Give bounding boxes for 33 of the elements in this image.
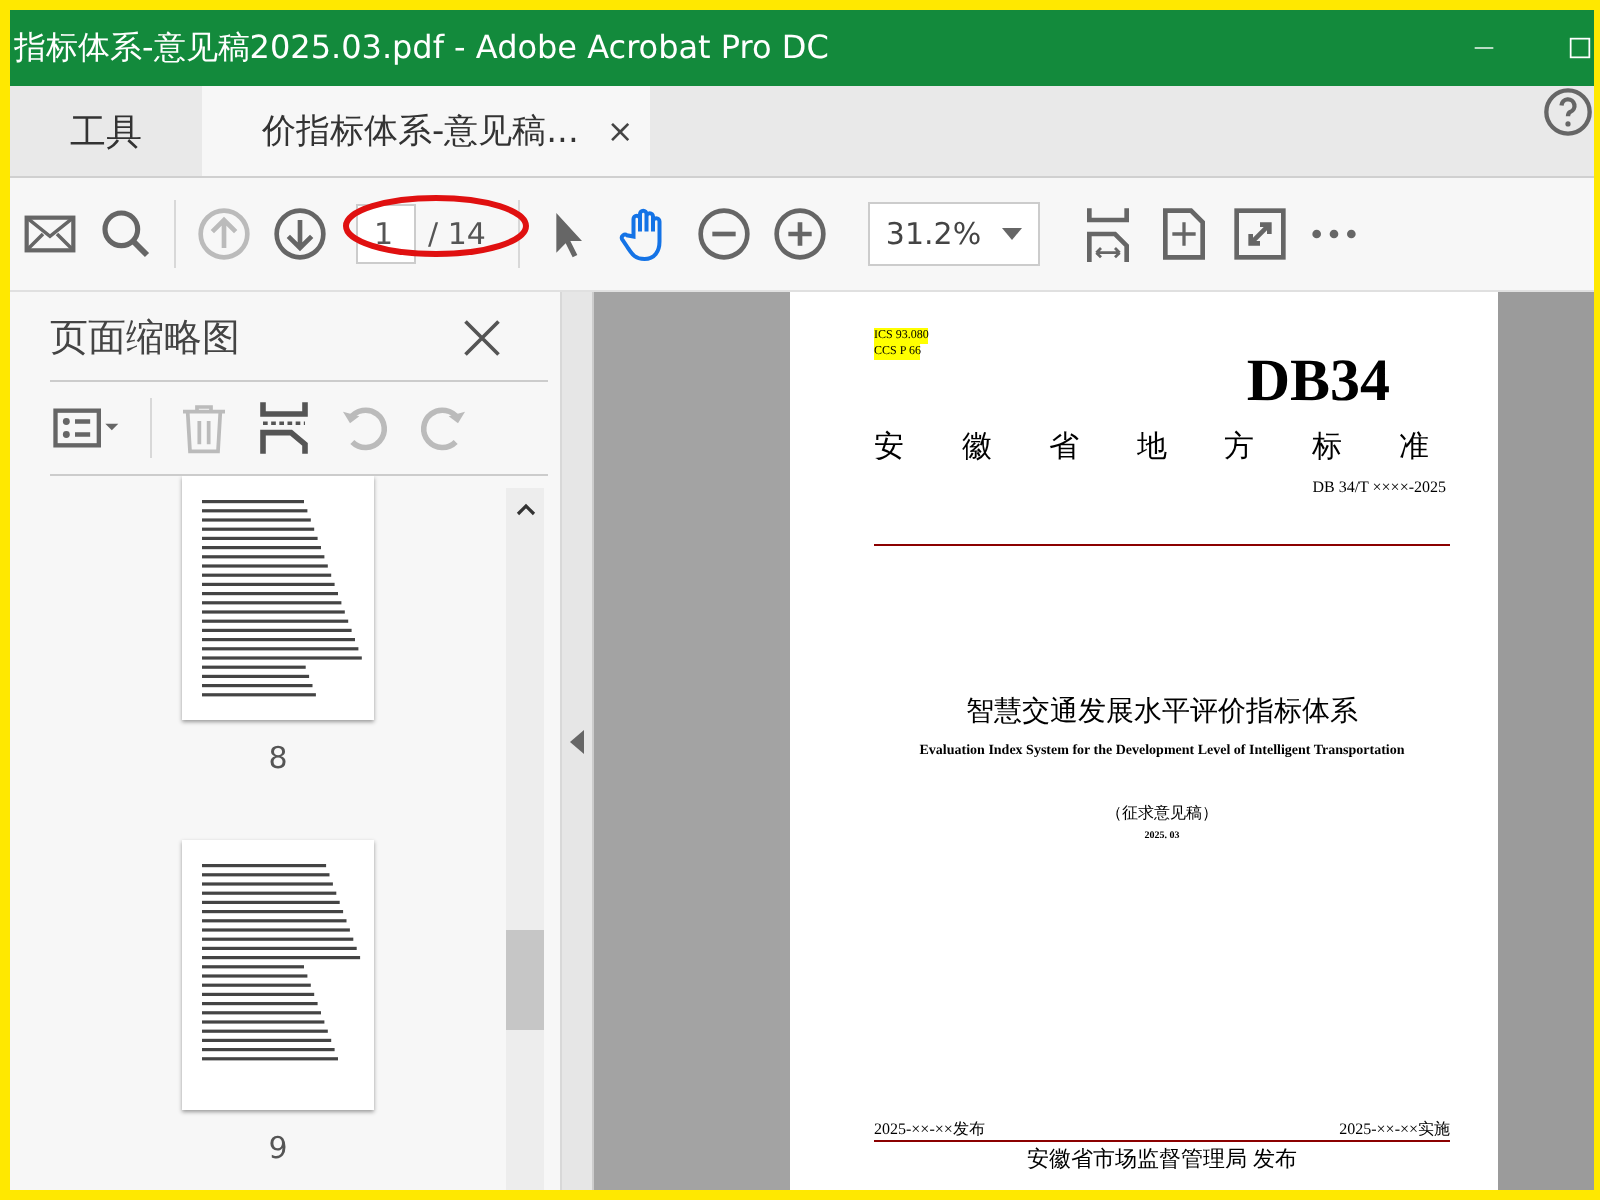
scroll-up-icon[interactable]	[513, 500, 537, 520]
help-icon[interactable]	[1542, 86, 1594, 138]
full-screen-icon[interactable]	[1231, 206, 1288, 262]
standard-number: DB 34/T ××××-2025	[1312, 478, 1446, 496]
document-title: 智慧交通发展水平评价指标体系	[966, 694, 1358, 730]
effective-date: 2025-××-××实施	[1339, 1118, 1450, 1140]
zoom-in-icon[interactable]	[771, 206, 828, 262]
search-icon[interactable]	[98, 206, 154, 262]
collapse-panel-handle[interactable]	[560, 292, 594, 1190]
close-tab-button[interactable]: ×	[606, 112, 634, 150]
standard-code: DB34	[1246, 348, 1390, 416]
scroll-thumb[interactable]	[506, 930, 544, 1030]
standard-heading: 安 徽 省 地 方 标 准	[874, 428, 1436, 466]
caret-icon	[1001, 228, 1022, 240]
draft-note: （征求意见稿）	[1106, 802, 1218, 824]
scrollbar[interactable]	[506, 488, 544, 1190]
page-count: / 14	[428, 216, 486, 252]
maximize-icon[interactable]	[1566, 34, 1594, 62]
tab[interactable]: 价指标体系-意见稿... ×	[202, 86, 650, 176]
zoom-out-icon[interactable]	[695, 206, 752, 262]
zoom-dropdown[interactable]: 31.2%	[867, 202, 1040, 266]
panel-title: 页面缩略图	[50, 314, 240, 364]
collapse-arrow-icon	[570, 729, 584, 753]
issue-date: 2025-××-××发布	[874, 1118, 985, 1140]
close-icon[interactable]	[460, 316, 504, 360]
page-thumbnail[interactable]	[182, 476, 374, 720]
publisher: 安徽省市场监督管理局 发布	[1026, 1146, 1298, 1172]
page-thumbnail[interactable]	[182, 840, 374, 1110]
tab[interactable]: 工具	[10, 86, 202, 176]
page-label: 9	[268, 1130, 288, 1166]
page-label: 8	[268, 740, 288, 776]
insert-page-icon[interactable]	[256, 400, 312, 456]
window-title: 指标体系-意见稿2025.03.pdf - Adobe Acrobat Pro DC	[14, 27, 831, 69]
